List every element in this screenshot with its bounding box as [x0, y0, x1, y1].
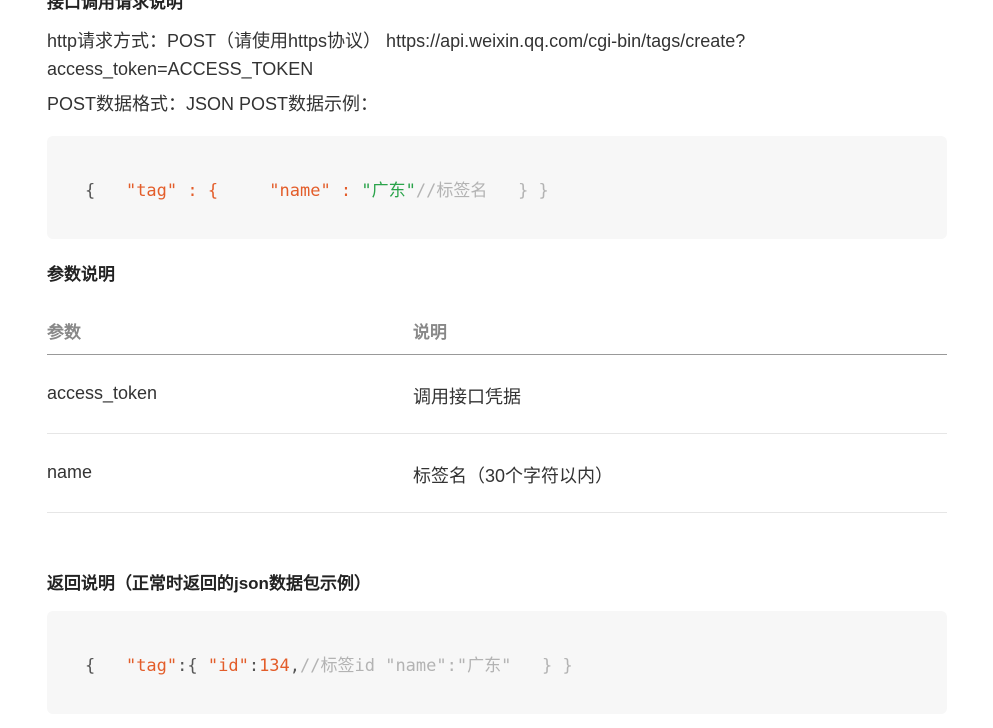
request-code-line: { "tag" : { "name" : "广东"//标签名 } }	[85, 176, 549, 201]
code-colon: :{	[177, 656, 208, 676]
code-open-brace: {	[85, 181, 126, 201]
table-cell-desc: 标签名（30个字符以内）	[413, 466, 614, 486]
return-section-title: 返回说明（正常时返回的json数据包示例）	[47, 574, 371, 593]
code-name-key: "name"	[269, 181, 331, 201]
request-url-continuation: access_token=ACCESS_TOKEN	[47, 59, 314, 79]
table-cell-param: access_token	[47, 383, 158, 403]
code-name-value: "广东"	[361, 181, 416, 201]
request-method-line: http请求方式：POST（请使用https协议） https://api.we…	[47, 31, 746, 51]
response-code-block: { "tag":{ "id":134,//标签id "name":"广东" } …	[47, 611, 947, 714]
code-tag-key: "tag"	[125, 181, 178, 201]
code-open-brace: {	[85, 656, 126, 676]
code-id-key: "id"	[207, 656, 249, 676]
code-close-brace: } }	[487, 181, 549, 201]
code-close-brace: } }	[511, 656, 573, 676]
code-colon: :	[248, 656, 260, 676]
table-row-divider	[47, 433, 947, 434]
code-comment: //标签名	[415, 181, 488, 201]
code-colon: :	[330, 181, 362, 201]
table-header-desc: 说明	[413, 323, 447, 342]
clipped-section-heading: 接口调用请求说明	[47, 0, 183, 12]
code-tag-key: "tag"	[125, 656, 178, 676]
code-comma: ,	[289, 656, 301, 676]
table-cell-desc: 调用接口凭据	[413, 387, 521, 407]
table-cell-param: name	[47, 462, 93, 482]
post-format-line: POST数据格式：JSON POST数据示例：	[47, 94, 379, 114]
code-colon: : {	[177, 181, 270, 201]
code-id-value: 134	[259, 656, 290, 676]
table-header-param: 参数	[47, 323, 81, 342]
table-header-divider	[47, 354, 947, 355]
code-comment: //标签id "name":"广东"	[300, 656, 512, 676]
params-section-title: 参数说明	[47, 265, 115, 284]
request-code-block: { "tag" : { "name" : "广东"//标签名 } }	[47, 136, 947, 239]
params-table: 参数 说明 access_token 调用接口凭据 name 标签名（30个字符…	[47, 300, 947, 513]
response-code-line: { "tag":{ "id":134,//标签id "name":"广东" } …	[85, 651, 573, 676]
table-row-divider	[47, 512, 947, 513]
